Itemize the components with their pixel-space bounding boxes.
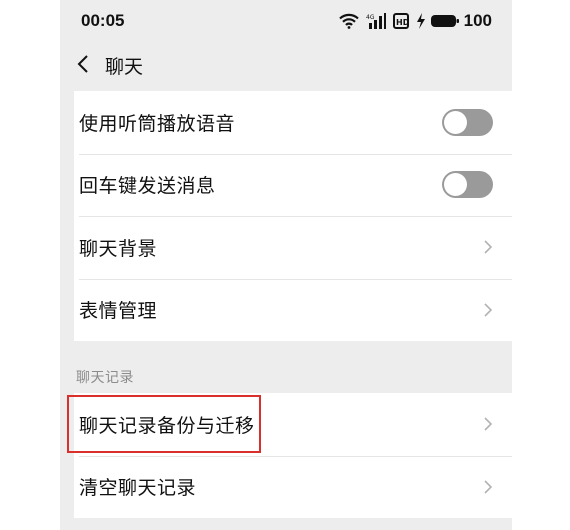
charging-icon [416, 13, 426, 29]
chevron-right-icon [484, 303, 493, 317]
nav-bar: 聊天 [60, 42, 512, 88]
status-bar: 00:05 4G HD 100 [60, 0, 512, 42]
svg-text:HD: HD [396, 18, 409, 27]
page-title: 聊天 [105, 56, 144, 78]
chat-history-group: 聊天记录备份与迁移 清空聊天记录 [67, 393, 512, 519]
hd-icon: HD [392, 13, 409, 29]
setting-backup-migrate[interactable]: 聊天记录备份与迁移 [67, 393, 512, 456]
setting-label: 表情管理 [79, 300, 158, 323]
chevron-right-icon [484, 417, 493, 431]
section-title-chat-history: 聊天记录 [76, 370, 134, 386]
setting-label: 聊天记录备份与迁移 [79, 414, 255, 437]
setting-label: 回车键发送消息 [79, 175, 216, 198]
setting-earpiece-playback[interactable]: 使用听筒播放语音 [74, 91, 512, 154]
toggle-knob [444, 173, 467, 197]
chevron-right-icon [484, 240, 493, 254]
back-button[interactable] [70, 50, 96, 78]
setting-sticker-management[interactable]: 表情管理 [74, 278, 512, 342]
setting-clear-chat-history[interactable]: 清空聊天记录 [74, 455, 512, 519]
settings-group: 使用听筒播放语音 回车键发送消息 聊天背景 表情管理 [74, 91, 512, 341]
toggle-knob [444, 110, 467, 134]
setting-label: 聊天背景 [79, 237, 158, 260]
earpiece-toggle[interactable] [442, 108, 493, 136]
chevron-right-icon [484, 480, 493, 494]
phone-screen: 00:05 4G HD 100 聊天 使用听筒播放语音 回车键发送消息 聊天背景… [60, 0, 512, 530]
status-icons: 4G HD 100 [338, 11, 492, 31]
setting-enter-to-send[interactable]: 回车键发送消息 [74, 153, 512, 217]
battery-icon [430, 13, 460, 29]
setting-label: 清空聊天记录 [79, 477, 197, 500]
chevron-left-icon [77, 55, 88, 73]
battery-level: 100 [463, 11, 492, 30]
setting-label: 使用听筒播放语音 [79, 112, 236, 135]
status-time: 00:05 [81, 11, 125, 30]
signal-icon: 4G [366, 13, 386, 29]
wifi-icon [338, 13, 359, 29]
setting-chat-background[interactable]: 聊天背景 [74, 216, 512, 279]
svg-text:4G: 4G [366, 14, 375, 21]
enter-send-toggle[interactable] [442, 171, 493, 199]
